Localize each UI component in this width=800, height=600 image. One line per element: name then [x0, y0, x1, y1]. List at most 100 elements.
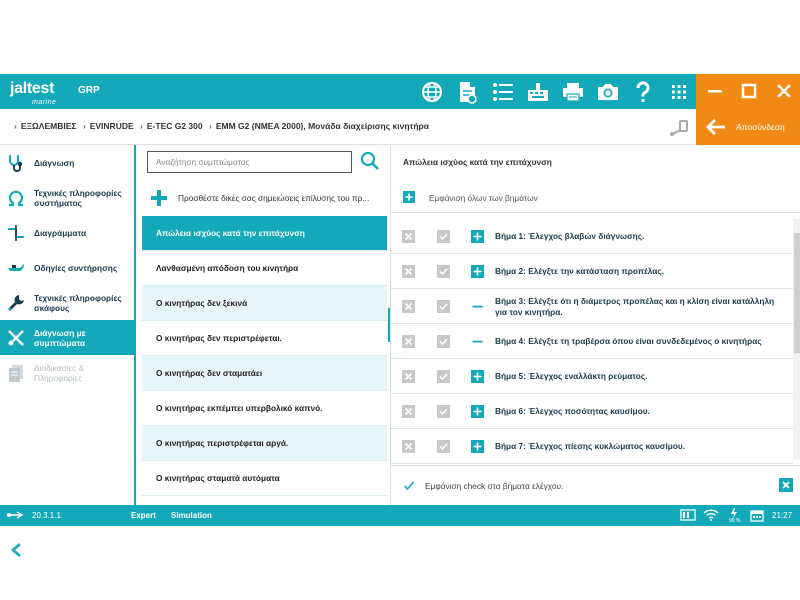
logout-button[interactable]: Αποσύνδεση	[696, 109, 800, 145]
connector-icon[interactable]	[668, 118, 690, 138]
x-square-icon[interactable]	[402, 230, 415, 243]
breadcrumb-item-1[interactable]: ΕΞΩΛΕΜΒΙΕΣ	[21, 121, 77, 131]
scrollbar-thumb[interactable]	[794, 233, 800, 353]
breadcrumb-item-2[interactable]: EVINRUDE	[90, 121, 134, 131]
window-controls	[696, 74, 800, 109]
sidebar-item-vessel-info[interactable]: Τεχνικές πληροφορίες σκάφους	[0, 285, 134, 320]
plus-square-icon	[403, 191, 415, 203]
step-text[interactable]: Βήμα 4: Ελέγξτε τη τραβέρσα όπου είναι σ…	[495, 324, 787, 359]
jaltest-logo: jaltest marine	[10, 81, 56, 107]
plus-square-icon[interactable]	[471, 370, 484, 383]
chevron-left-icon[interactable]	[10, 543, 24, 557]
symptom-item[interactable]: Ο κινητήρας περιστρέφεται αργά.	[142, 426, 387, 461]
symptom-panel: Αναζήτηση συμπτώματος Προσθέστε δικές σα…	[138, 145, 388, 505]
steps-panel: Απώλεια ισχύος κατά την επιτάχυνση Εμφάν…	[390, 145, 800, 505]
ohm-icon	[8, 190, 24, 207]
plus-square-icon[interactable]	[471, 265, 484, 278]
close-square-icon[interactable]	[779, 478, 793, 492]
close-icon[interactable]	[776, 83, 792, 99]
show-check-option: Εμφάνιση check στα βήματα ελέγχου.	[391, 465, 800, 505]
check-square-icon[interactable]	[437, 405, 450, 418]
grid-icon	[672, 84, 686, 99]
sidebar-item-diagnosis[interactable]: Διάγνωση	[0, 145, 134, 180]
sidebar-item-symptom-diagnosis[interactable]: Διάγνωση με συμπτώματα	[0, 320, 134, 355]
add-note-button[interactable]: Προσθέστε δικές σας σημειώσεις επίλυσης …	[138, 181, 388, 215]
arrow-left-icon	[706, 119, 725, 135]
step-row: Βήμα 4: Ελέγξτε τη τραβέρσα όπου είναι σ…	[391, 324, 793, 359]
globe-icon[interactable]	[420, 80, 444, 104]
x-square-icon[interactable]	[402, 370, 415, 383]
show-all-steps-toggle[interactable]: Εμφάνιση όλων των βημάτων	[391, 183, 800, 213]
version-text: 20.3.1.1	[32, 511, 61, 520]
display-icon	[680, 509, 696, 521]
symptom-item[interactable]: Ο κινητήρας δεν περιστρέφεται.	[142, 321, 387, 356]
step-row: Βήμα 6: Έλεγχος ποσότητας καυσίμου.	[391, 394, 793, 429]
steps-scrollbar[interactable]	[793, 219, 800, 459]
x-square-icon[interactable]	[402, 265, 415, 278]
step-text[interactable]: Βήμα 7: Έλεγχος πίεσης κυκλώματος καυσίμ…	[495, 429, 787, 464]
sidebar-item-label: Οδηγίες συντήρησης	[34, 262, 118, 273]
step-text[interactable]: Βήμα 1: Έλεγχος βλαβών διάγνωσης.	[495, 219, 787, 254]
symptom-item[interactable]: Ο κινητήρας εκπέμπει υπερβολικό καπνό.	[142, 391, 387, 426]
breadcrumb-separator: ›	[82, 121, 86, 131]
minus-icon[interactable]	[471, 300, 484, 313]
check-square-icon[interactable]	[437, 265, 450, 278]
logout-label: Αποσύνδεση	[736, 122, 785, 132]
step-text[interactable]: Βήμα 2: Ελέγξτε την κατάσταση προπέλας.	[495, 254, 787, 289]
breadcrumb-separator: ›	[209, 121, 212, 131]
search-input[interactable]: Αναζήτηση συμπτώματος	[147, 151, 352, 173]
breadcrumb: › ΕΞΩΛΕΜΒΙΕΣ › EVINRUDE › E-TEC G2 300 › EMM…	[10, 121, 429, 131]
keyboard-icon[interactable]	[526, 80, 550, 104]
x-square-icon[interactable]	[402, 335, 415, 348]
check-square-icon[interactable]	[437, 335, 450, 348]
search-icon[interactable]	[360, 151, 380, 171]
symptom-tools-icon	[8, 330, 24, 346]
search-placeholder: Αναζήτηση συμπτώματος	[156, 157, 250, 167]
x-square-icon[interactable]	[402, 300, 415, 313]
plus-icon	[151, 190, 167, 206]
sidebar-item-maintenance[interactable]: Οδηγίες συντήρησης	[0, 250, 134, 285]
list-icon[interactable]	[491, 80, 515, 104]
apps-grid-button[interactable]	[662, 74, 696, 109]
sidebar-item-system-info[interactable]: Τεχνικές πληροφορίες συστήματος	[0, 180, 134, 215]
check-square-icon[interactable]	[437, 300, 450, 313]
printer-icon[interactable]	[561, 80, 585, 104]
breadcrumb-item-3[interactable]: E-TEC G2 300	[147, 121, 203, 131]
camera-icon[interactable]	[596, 80, 620, 104]
checkmark-icon[interactable]	[403, 480, 415, 492]
symptom-item[interactable]: Ο κινητήρας δεν σταματάει	[142, 356, 387, 391]
step-text[interactable]: Βήμα 6: Έλεγχος ποσότητας καυσίμου.	[495, 394, 787, 429]
check-square-icon[interactable]	[437, 370, 450, 383]
symptom-item[interactable]: Απώλεια ισχύος κατά την επιτάχυνση	[142, 216, 387, 251]
maximize-icon[interactable]	[741, 83, 757, 99]
plus-square-icon[interactable]	[471, 405, 484, 418]
oilcan-icon	[8, 264, 24, 271]
simulation-text: Simulation	[171, 511, 212, 520]
clock-text: 21:27	[772, 511, 793, 520]
symptom-item[interactable]: Ο κινητήρας σταματά αυτόματα	[142, 461, 387, 496]
plus-square-icon[interactable]	[471, 440, 484, 453]
minimize-icon[interactable]	[707, 83, 723, 99]
help-icon[interactable]	[631, 80, 655, 104]
breadcrumb-separator: ›	[14, 121, 17, 131]
symptom-item[interactable]: Λανθασμένη απόδοση του κινητήρα	[142, 251, 387, 286]
mode-text: Expert	[131, 511, 156, 520]
step-row: Βήμα 1: Έλεγχος βλαβών διάγνωσης.	[391, 219, 793, 254]
sidebar-item-diagrams[interactable]: Διαγράμματα	[0, 215, 134, 250]
symptom-item[interactable]: Ο κινητήρας δεν ξεκινά	[142, 286, 387, 321]
x-square-icon[interactable]	[402, 440, 415, 453]
sidebar-item-label: Τεχνικές πληροφορίες συστήματος	[34, 187, 122, 208]
x-square-icon[interactable]	[402, 405, 415, 418]
minus-icon[interactable]	[471, 335, 484, 348]
check-square-icon[interactable]	[437, 440, 450, 453]
check-square-icon[interactable]	[437, 230, 450, 243]
step-text[interactable]: Βήμα 5: Έλεγχος εναλλάκτη ρεύματος.	[495, 359, 787, 394]
breadcrumb-item-4[interactable]: EMM G2 (NMEA 2000), Μονάδα διαχείρισης κ…	[216, 121, 429, 131]
product-name: GRP	[78, 85, 100, 96]
plus-square-icon[interactable]	[471, 230, 484, 243]
step-row: Βήμα 3: Ελέγξτε ότι η διάμετρος προπέλας…	[391, 289, 793, 324]
document-icon[interactable]	[455, 80, 479, 104]
wrench-icon	[8, 295, 24, 311]
add-note-label: Προσθέστε δικές σας σημειώσεις επίλυσης …	[178, 193, 370, 203]
step-text[interactable]: Βήμα 3: Ελέγξτε ότι η διάμετρος προπέλας…	[495, 289, 787, 324]
